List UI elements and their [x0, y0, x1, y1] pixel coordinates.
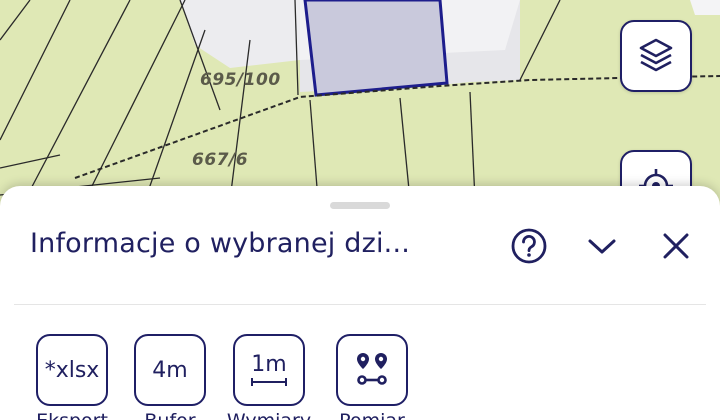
help-circle-icon — [511, 228, 547, 264]
collapse-button[interactable] — [580, 224, 624, 268]
divider — [14, 304, 706, 305]
buffer-tool[interactable]: 4m Bufor — [134, 334, 206, 420]
export-value: *xlsx — [44, 357, 100, 383]
buffer-label: Bufor — [144, 410, 195, 420]
measure-button[interactable] — [336, 334, 408, 406]
dimensions-label: Wymiary — [227, 410, 311, 420]
export-tool[interactable]: *xlsx Eksport — [36, 334, 108, 420]
layers-button[interactable] — [620, 20, 692, 92]
dimensions-button[interactable]: 1m — [233, 334, 305, 406]
sheet-title: Informacje o wybranej dzi... — [30, 228, 411, 259]
dimensions-value: 1m — [251, 352, 287, 377]
buffer-value: 4m — [152, 357, 188, 383]
export-button[interactable]: *xlsx — [36, 334, 108, 406]
measure-label: Pomiar — [339, 410, 405, 420]
layers-icon — [639, 38, 673, 72]
help-button[interactable] — [507, 224, 551, 268]
chevron-down-icon — [588, 239, 616, 254]
drag-handle[interactable] — [330, 202, 390, 209]
export-label: Eksport — [36, 410, 108, 420]
close-button[interactable] — [654, 224, 698, 268]
parcel-label: 695/100 — [200, 70, 281, 90]
dimensions-tool[interactable]: 1m Wymiary — [227, 334, 311, 420]
dimension-ruler-icon — [251, 378, 287, 386]
buffer-button[interactable]: 4m — [134, 334, 206, 406]
measure-tool[interactable]: Pomiar — [336, 334, 408, 420]
bottom-sheet: Informacje o wybranej dzi... *xlsx Ekspo… — [0, 186, 720, 420]
close-icon — [663, 233, 689, 259]
route-points-icon — [357, 353, 387, 385]
parcel-label: 667/6 — [192, 150, 249, 170]
